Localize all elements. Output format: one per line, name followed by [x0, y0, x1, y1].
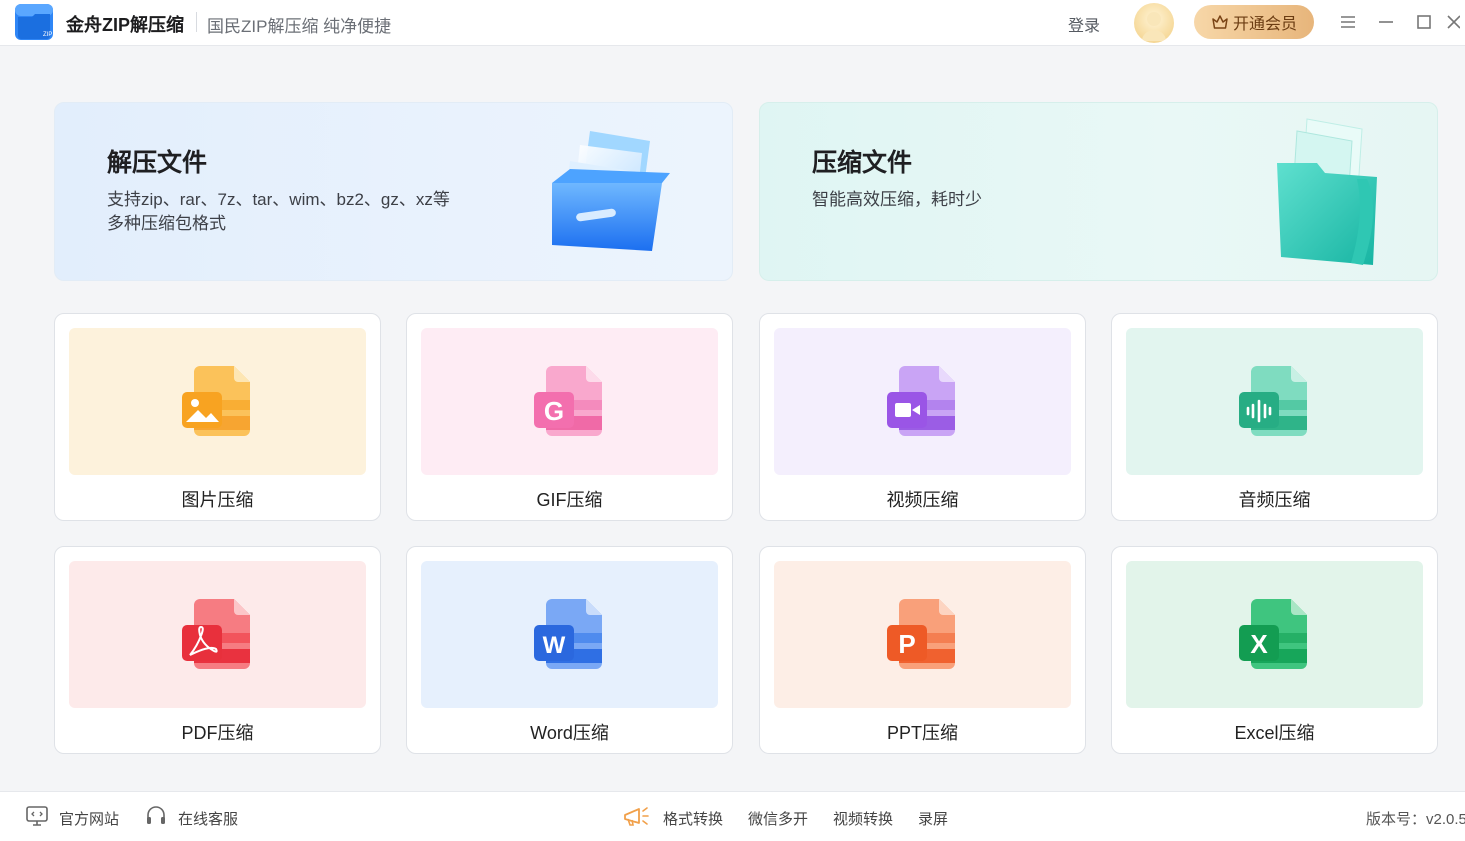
- minimize-button[interactable]: [1373, 9, 1399, 35]
- maximize-icon: [1417, 15, 1431, 29]
- monitor-icon: [25, 805, 49, 832]
- compress-desc-line1: 智能高效压缩，耗时少: [812, 190, 982, 209]
- format-convert-link[interactable]: 格式转换: [663, 808, 723, 829]
- gif-file-icon: G: [533, 365, 602, 436]
- tile-icon-area: P: [774, 561, 1071, 708]
- tile-icon-area: [69, 561, 366, 708]
- bottom-bar: 官方网站 在线客服 格式转换 微信多开 视频转换 录屏 版本号：v2.0.5: [0, 791, 1465, 841]
- tile-icon-area: X: [1126, 561, 1423, 708]
- app-name: 金舟ZIP解压缩: [66, 15, 185, 35]
- vip-button[interactable]: 开通会员: [1194, 5, 1314, 39]
- avatar[interactable]: [1134, 3, 1174, 43]
- excel-compress-tile[interactable]: X Excel压缩: [1111, 546, 1438, 754]
- audio-compress-tile[interactable]: 音频压缩: [1111, 313, 1438, 521]
- official-website-link[interactable]: 官方网站: [59, 808, 119, 829]
- folder-files-icon: [1237, 111, 1397, 271]
- ppt-compress-tile[interactable]: P PPT压缩: [759, 546, 1086, 754]
- app-slogan: 国民ZIP解压缩 纯净便捷: [207, 17, 392, 36]
- online-support-link[interactable]: 在线客服: [178, 808, 238, 829]
- extract-title: 解压文件: [107, 149, 208, 177]
- extract-desc-line1: 支持zip、rar、7z、tar、wim、bz2、gz、xz等: [107, 190, 450, 209]
- word-file-icon: W: [533, 598, 602, 669]
- audio-file-icon: [1238, 365, 1307, 436]
- tile-label: 视频压缩: [886, 490, 959, 510]
- tile-label: PPT压缩: [886, 723, 958, 743]
- close-icon: [1447, 15, 1460, 29]
- tile-icon-area: [1126, 328, 1423, 475]
- crown-icon: [1212, 15, 1228, 29]
- login-link[interactable]: 登录: [1068, 12, 1100, 36]
- video-compress-tile[interactable]: 视频压缩: [759, 313, 1086, 521]
- menu-button[interactable]: [1335, 9, 1361, 35]
- tile-label: 音频压缩: [1238, 490, 1311, 510]
- logo-text: ZIP: [43, 32, 52, 38]
- title-divider: [196, 12, 197, 32]
- gif-glyph: G: [543, 396, 563, 426]
- extract-desc-line2: 多种压缩包格式: [107, 214, 226, 233]
- tile-label: Word压缩: [530, 723, 609, 743]
- compress-description: 智能高效压缩，耗时少: [812, 188, 1232, 212]
- tile-icon-area: G: [421, 328, 718, 475]
- compress-files-card[interactable]: 压缩文件 智能高效压缩，耗时少: [759, 102, 1438, 281]
- title-bar: ZIP 金舟ZIP解压缩 国民ZIP解压缩 纯净便捷 登录 开通会员: [0, 0, 1465, 46]
- tile-icon-area: [69, 328, 366, 475]
- tile-label: PDF压缩: [181, 723, 254, 743]
- ppt-glyph: P: [898, 629, 915, 659]
- tile-label: 图片压缩: [181, 490, 254, 510]
- video-file-icon: [886, 365, 955, 436]
- file-drawer-icon: [532, 111, 692, 271]
- megaphone-icon: [622, 803, 650, 834]
- version-label: 版本号：v2.0.5: [1366, 811, 1465, 828]
- tile-label: Excel压缩: [1234, 723, 1315, 743]
- app-logo-icon: ZIP: [14, 3, 54, 41]
- tile-icon-area: W: [421, 561, 718, 708]
- ppt-file-icon: P: [886, 598, 955, 669]
- image-compress-tile[interactable]: 图片压缩: [54, 313, 381, 521]
- compress-title: 压缩文件: [812, 149, 913, 177]
- pdf-compress-tile[interactable]: PDF压缩: [54, 546, 381, 754]
- headset-icon: [145, 805, 167, 832]
- extract-description: 支持zip、rar、7z、tar、wim、bz2、gz、xz等 多种压缩包格式: [107, 188, 527, 236]
- pdf-file-icon: [181, 598, 250, 669]
- user-avatar-icon: [1142, 12, 1166, 41]
- excel-file-icon: X: [1238, 598, 1307, 669]
- wechat-multi-link[interactable]: 微信多开: [748, 808, 808, 829]
- close-button[interactable]: [1446, 9, 1465, 35]
- hamburger-icon: [1341, 16, 1355, 28]
- screen-record-link[interactable]: 录屏: [918, 808, 948, 829]
- maximize-button[interactable]: [1411, 9, 1437, 35]
- minimize-icon: [1379, 21, 1393, 23]
- gif-compress-tile[interactable]: G GIF压缩: [406, 313, 733, 521]
- tile-label: GIF压缩: [536, 490, 603, 510]
- vip-button-label: 开通会员: [1232, 16, 1297, 33]
- video-convert-link[interactable]: 视频转换: [833, 808, 893, 829]
- word-glyph: W: [542, 632, 565, 659]
- excel-glyph: X: [1250, 629, 1268, 659]
- image-file-icon: [181, 365, 250, 436]
- word-compress-tile[interactable]: W Word压缩: [406, 546, 733, 754]
- extract-files-card[interactable]: 解压文件 支持zip、rar、7z、tar、wim、bz2、gz、xz等 多种压…: [54, 102, 733, 281]
- tile-icon-area: [774, 328, 1071, 475]
